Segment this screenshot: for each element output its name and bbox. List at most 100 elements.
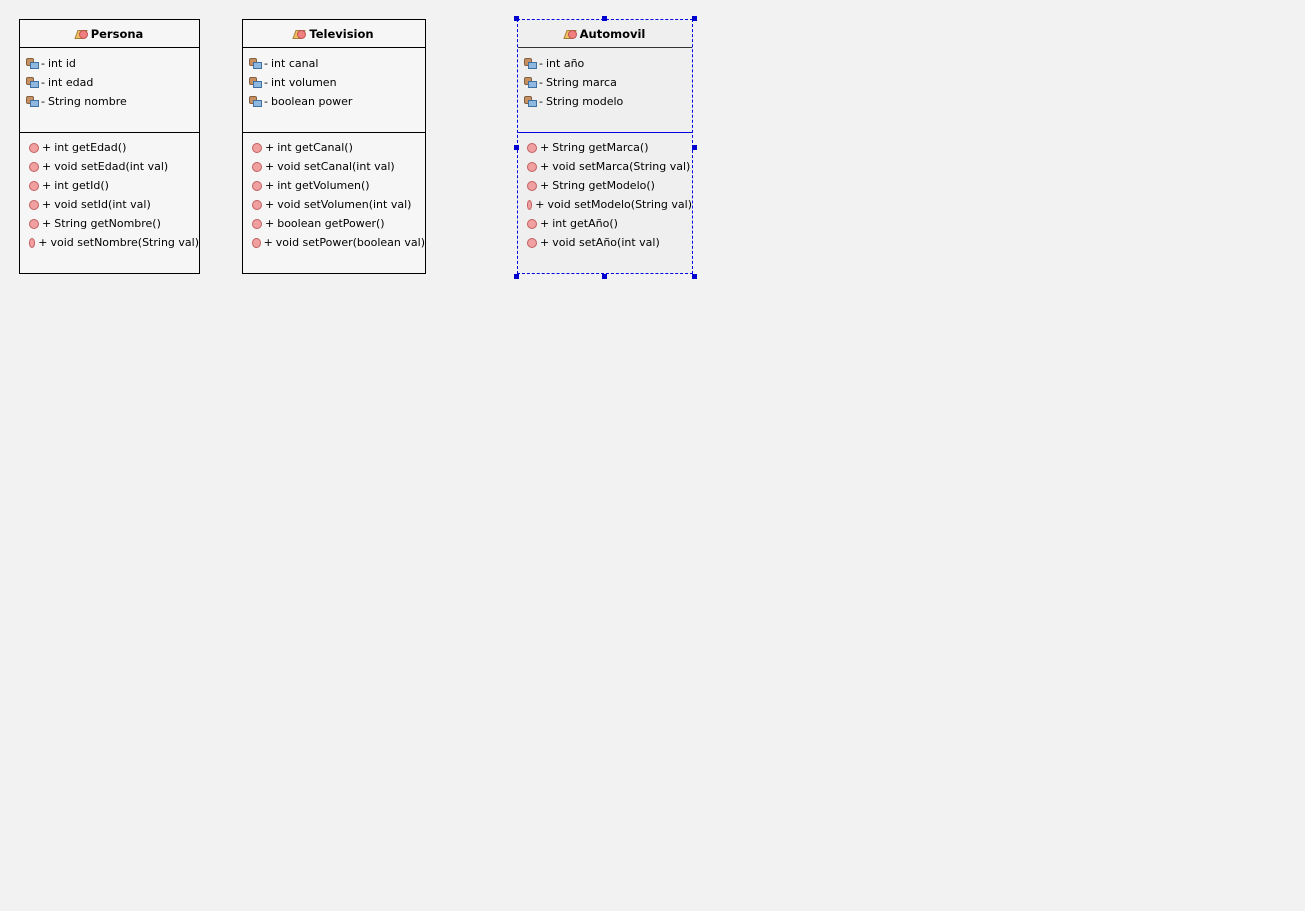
field-icon (26, 77, 39, 88)
method-text: void setMarca(String val) (552, 160, 691, 173)
method-text: int getId() (54, 179, 109, 192)
resize-handle[interactable] (602, 16, 607, 21)
visibility-public: + (535, 198, 545, 211)
field-icon (26, 96, 39, 107)
resize-handle[interactable] (514, 145, 519, 150)
method-row[interactable]: + void setNombre(String val) (20, 233, 199, 252)
class-icon (294, 28, 307, 39)
method-text: int getEdad() (54, 141, 127, 154)
method-row[interactable]: + int getId() (20, 176, 199, 195)
visibility-public: + (265, 141, 275, 154)
method-text: void setId(int val) (54, 198, 151, 211)
method-row[interactable]: + void setVolumen(int val) (243, 195, 425, 214)
visibility-private: - (41, 95, 45, 108)
visibility-private: - (41, 76, 45, 89)
method-icon (527, 218, 537, 229)
attribute-row[interactable]: - String modelo (518, 92, 692, 111)
field-icon (524, 96, 537, 107)
method-icon (29, 142, 39, 153)
class-header[interactable]: Automovil (518, 20, 692, 48)
resize-handle[interactable] (692, 16, 697, 21)
visibility-private: - (41, 57, 45, 70)
method-icon (252, 142, 262, 153)
attributes-compartment: - int id - int edad - String nombre (20, 48, 199, 133)
method-row[interactable]: + void setModelo(String val) (518, 195, 692, 214)
class-box-television[interactable]: Television - int canal - int volumen - boolean… (242, 19, 426, 274)
visibility-public: + (540, 179, 550, 192)
method-text: void setNombre(String val) (50, 236, 199, 249)
method-row[interactable]: + String getMarca() (518, 138, 692, 157)
method-text: int getVolumen() (277, 179, 370, 192)
method-row[interactable]: + String getNombre() (20, 214, 199, 233)
visibility-private: - (264, 76, 268, 89)
method-row[interactable]: + int getEdad() (20, 138, 199, 157)
field-icon (249, 96, 262, 107)
class-box-persona[interactable]: Persona - int id - int edad - String nombre + in… (19, 19, 200, 274)
method-row[interactable]: + void setId(int val) (20, 195, 199, 214)
field-icon (249, 77, 262, 88)
method-row[interactable]: + void setEdad(int val) (20, 157, 199, 176)
method-row[interactable]: + boolean getPower() (243, 214, 425, 233)
attribute-row[interactable]: - int id (20, 54, 199, 73)
visibility-public: + (265, 198, 275, 211)
attribute-text: int edad (47, 76, 94, 89)
attribute-row[interactable]: - int canal (243, 54, 425, 73)
visibility-public: + (42, 198, 52, 211)
visibility-public: + (540, 217, 550, 230)
method-text: String getMarca() (552, 141, 649, 154)
method-icon (29, 218, 39, 229)
method-row[interactable]: + void setMarca(String val) (518, 157, 692, 176)
method-text: int getAño() (552, 217, 618, 230)
methods-compartment: + int getCanal() + void setCanal(int val) + i… (243, 133, 425, 252)
visibility-private: - (539, 95, 543, 108)
method-icon (527, 161, 537, 172)
visibility-public: + (540, 141, 550, 154)
resize-handle[interactable] (514, 16, 519, 21)
field-icon (249, 58, 262, 69)
method-row[interactable]: + int getCanal() (243, 138, 425, 157)
attribute-row[interactable]: - int año (518, 54, 692, 73)
attribute-row[interactable]: - String nombre (20, 92, 199, 111)
visibility-public: + (540, 236, 550, 249)
class-icon (76, 28, 88, 39)
attribute-row[interactable]: - int volumen (243, 73, 425, 92)
method-icon (252, 161, 262, 172)
attribute-row[interactable]: - int edad (20, 73, 199, 92)
class-box-automovil[interactable]: Automovil - int año - String marca - String mo… (517, 19, 693, 274)
method-text: void setEdad(int val) (54, 160, 169, 173)
visibility-public: + (265, 217, 275, 230)
attribute-row[interactable]: - String marca (518, 73, 692, 92)
resize-handle[interactable] (692, 274, 697, 279)
method-icon (29, 237, 36, 248)
method-row[interactable]: + void setPower(boolean val) (243, 233, 425, 252)
method-icon (527, 142, 537, 153)
class-header[interactable]: Television (243, 20, 425, 48)
method-icon (527, 180, 537, 191)
method-icon (252, 180, 262, 191)
method-row[interactable]: + String getModelo() (518, 176, 692, 195)
attribute-row[interactable]: - boolean power (243, 92, 425, 111)
visibility-public: + (42, 160, 52, 173)
resize-handle[interactable] (692, 145, 697, 150)
visibility-public: + (265, 179, 275, 192)
method-text: void setVolumen(int val) (277, 198, 412, 211)
visibility-public: + (38, 236, 48, 249)
method-icon (29, 199, 39, 210)
attribute-text: int año (545, 57, 585, 70)
method-row[interactable]: + int getVolumen() (243, 176, 425, 195)
attribute-text: String nombre (47, 95, 127, 108)
method-row[interactable]: + void setCanal(int val) (243, 157, 425, 176)
class-header[interactable]: Persona (20, 20, 199, 48)
class-name: Automovil (579, 26, 646, 41)
method-row[interactable]: + int getAño() (518, 214, 692, 233)
visibility-private: - (539, 76, 543, 89)
method-text: boolean getPower() (277, 217, 385, 230)
resize-handle[interactable] (602, 274, 607, 279)
methods-compartment: + String getMarca() + void setMarca(String … (518, 133, 692, 252)
class-icon (565, 28, 577, 39)
class-name: Television (309, 26, 374, 41)
method-row[interactable]: + void setAño(int val) (518, 233, 692, 252)
resize-handle[interactable] (514, 274, 519, 279)
field-icon (524, 58, 537, 69)
visibility-private: - (264, 57, 268, 70)
